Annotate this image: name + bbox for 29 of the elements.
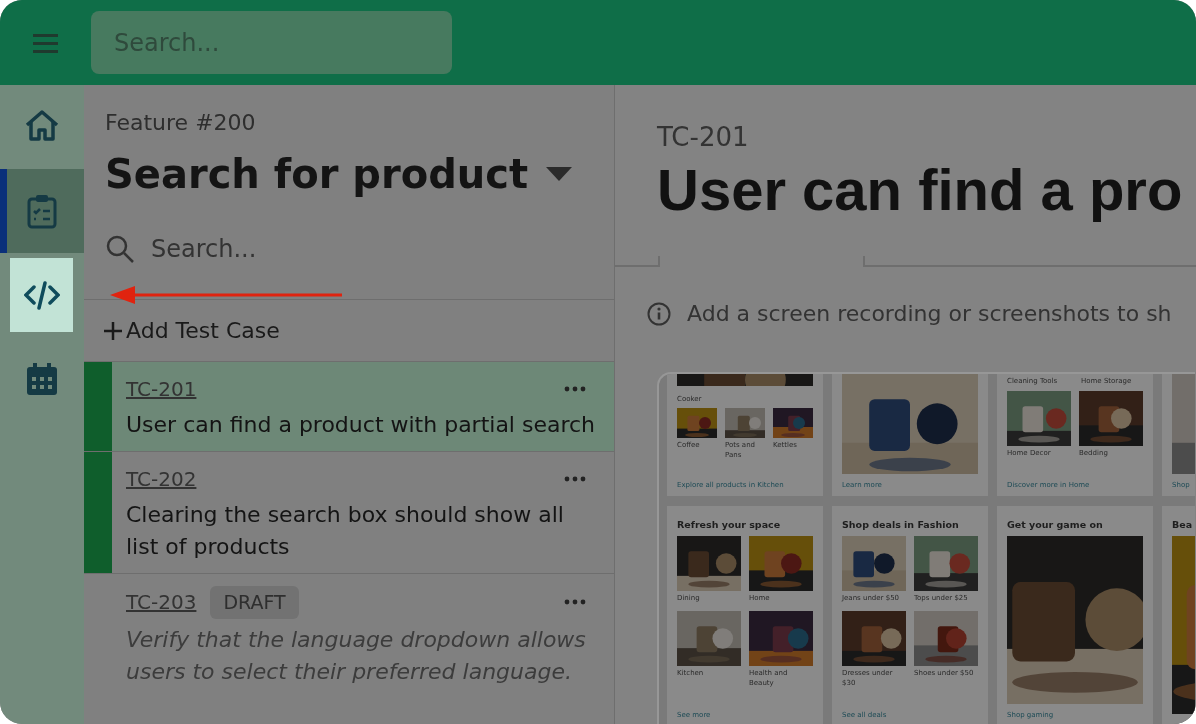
more-icon[interactable]: [564, 476, 586, 482]
feature-label: Feature #200: [105, 109, 257, 137]
search-field[interactable]: Search...: [151, 231, 451, 267]
more-icon[interactable]: [564, 599, 586, 606]
test-case-title: Clearing the search box should show all list of products: [126, 501, 565, 561]
test-case-id: TC-201: [657, 121, 750, 153]
more-icon[interactable]: [564, 386, 586, 392]
test-case-title: User can find a product with partial search: [126, 411, 597, 439]
dropdown-caret-icon[interactable]: [546, 167, 573, 181]
test-case-link[interactable]: TC-202: [126, 464, 197, 494]
plus-icon: [104, 321, 122, 340]
status-badge: DRAFT: [210, 586, 299, 619]
card-title: Refresh your space: [677, 518, 782, 532]
test-case-title: User can find a pro: [657, 157, 1183, 223]
test-case-row[interactable]: TC-203 DRAFT Verify that the language dropdown allows users to select their preferred language.: [84, 573, 614, 698]
info-icon: [647, 301, 671, 326]
card-title: Shop deals in Fashion: [842, 518, 960, 532]
search-icon: [105, 234, 135, 264]
test-case-link[interactable]: TC-201: [126, 374, 197, 404]
test-case-row[interactable]: TC-201 User can find a product with partial search: [84, 361, 614, 451]
test-case-row[interactable]: TC-202 Clearing the search box should show all list of products: [84, 451, 614, 573]
test-case-title: Verify that the language dropdown allows users to select their preferred language.: [126, 625, 587, 686]
hint-text: Add a screen recording or screenshots to sh: [687, 300, 1172, 328]
card-title: Bea: [1172, 518, 1194, 532]
menu-icon[interactable]: [33, 32, 58, 53]
test-case-link[interactable]: TC-203: [126, 587, 197, 618]
card-title: Get your game on: [1007, 518, 1104, 532]
add-test-case-button[interactable]: Add Test Case: [104, 314, 280, 347]
feature-title: Search for product: [105, 150, 529, 199]
